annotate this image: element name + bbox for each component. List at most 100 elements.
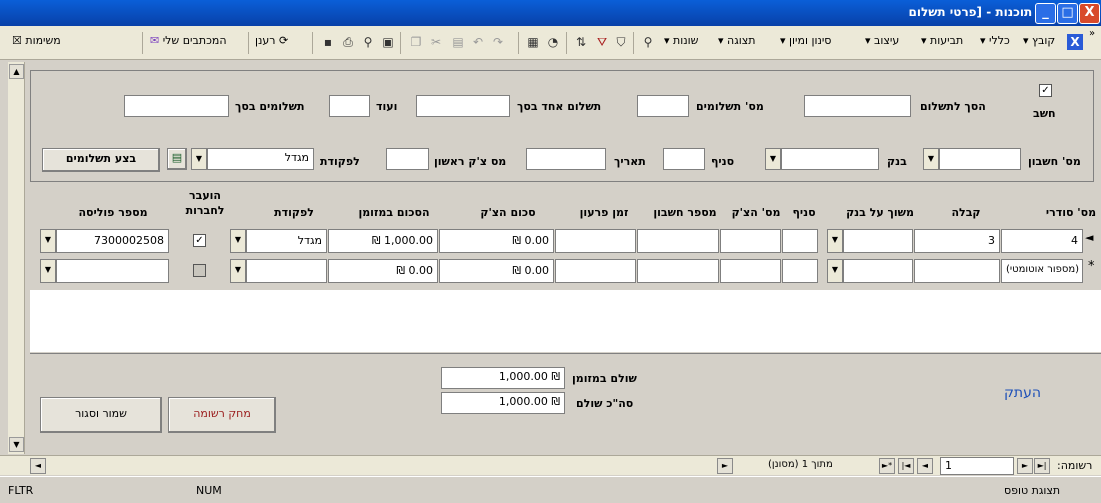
minimize-button[interactable]: _ — [1035, 3, 1056, 24]
deposit-to-field[interactable]: מגדל — [207, 148, 314, 170]
next-record-icon[interactable]: ► — [1017, 458, 1033, 474]
tasks-button[interactable]: ☒ משימות — [12, 34, 61, 47]
new-record-icon[interactable]: * — [1088, 259, 1095, 274]
row-deposit-dropdown-icon[interactable]: ▼ — [230, 229, 246, 253]
account-label: מס' חשבון — [1028, 155, 1081, 168]
bank-cell[interactable] — [843, 259, 913, 283]
table-row[interactable]: * (מספור אוטומטי) ▼ ₪ 0.00 ₪ 0.00 ▼ ▼ — [30, 258, 1101, 284]
due-cell[interactable] — [555, 259, 636, 283]
menu-file[interactable]: ▾ קובץ — [1023, 34, 1055, 47]
branch-cell[interactable] — [782, 259, 818, 283]
check-amount-cell[interactable]: ₪ 0.00 — [439, 259, 554, 283]
policy-cell[interactable]: 7300002508 — [56, 229, 169, 253]
record-selector-icon[interactable]: ◄ — [1085, 231, 1093, 244]
menu-general[interactable]: ▾ כללי — [980, 34, 1010, 47]
calculator-icon[interactable]: ▦ — [525, 34, 541, 50]
menu-claims[interactable]: ▾ תביעות — [921, 34, 963, 47]
sort-icon[interactable]: ⇅ — [573, 34, 589, 50]
row-bank-dropdown-icon[interactable]: ▼ — [827, 229, 843, 253]
bank-cell[interactable] — [843, 229, 913, 253]
payments-sum-field[interactable] — [124, 95, 229, 117]
current-record-field[interactable]: 1 — [940, 457, 1014, 475]
transferred-checkbox[interactable] — [193, 264, 206, 277]
and-field[interactable] — [329, 95, 370, 117]
copy-link[interactable]: העתק — [1004, 385, 1041, 401]
redo-icon[interactable]: ↷ — [490, 34, 506, 50]
cut-icon[interactable]: ✂ — [428, 34, 444, 50]
branch-cell[interactable] — [782, 229, 818, 253]
scroll-down-icon[interactable]: ▼ — [9, 437, 24, 452]
scroll-left-icon[interactable]: ◄ — [30, 458, 46, 474]
account-cell[interactable] — [637, 229, 719, 253]
binoculars-icon[interactable]: ⚲ — [640, 34, 656, 50]
menu-misc[interactable]: ▾ שונות — [664, 34, 698, 47]
table-row[interactable]: ◄ 4 3 ▼ ₪ 0.00 ₪ 1,000.00 מגדל ▼ ✓ 73000… — [30, 228, 1101, 254]
paste-icon[interactable]: ▤ — [450, 34, 466, 50]
serial-cell[interactable]: (מספור אוטומטי) — [1001, 259, 1083, 283]
bank-field[interactable] — [781, 148, 879, 170]
amount-to-pay-field[interactable] — [804, 95, 911, 117]
menu-filter-sort[interactable]: ▾ סינון ומיון — [780, 34, 831, 47]
office-links-icon[interactable]: ◔ — [545, 34, 561, 50]
menu-design[interactable]: ▾ עיצוב — [865, 34, 899, 47]
close-form-icon[interactable]: X — [1067, 34, 1083, 50]
serial-cell[interactable]: 4 — [1001, 229, 1083, 253]
account-field[interactable] — [939, 148, 1021, 170]
row-deposit-dropdown-icon[interactable]: ▼ — [230, 259, 246, 283]
account-dropdown-icon[interactable]: ▼ — [923, 148, 939, 170]
print-icon[interactable]: ⎙ — [340, 34, 356, 50]
receipt-cell[interactable] — [914, 259, 1000, 283]
print-preview-icon[interactable]: ⚲ — [360, 34, 376, 50]
calc-checkbox[interactable]: ✓ — [1039, 84, 1052, 97]
single-payment-field[interactable] — [416, 95, 510, 117]
deposit-to-cell[interactable] — [246, 259, 327, 283]
num-payments-field[interactable] — [637, 95, 689, 117]
cash-amount-cell[interactable]: ₪ 1,000.00 — [328, 229, 438, 253]
research-icon[interactable]: ▣ — [380, 34, 396, 50]
execute-payments-button[interactable]: בצע תשלומים — [42, 148, 160, 172]
cash-amount-cell[interactable]: ₪ 0.00 — [328, 259, 438, 283]
refresh-button[interactable]: רענן ⟳ — [255, 34, 288, 47]
first-check-field[interactable] — [386, 148, 429, 170]
branch-field[interactable] — [663, 148, 705, 170]
total-paid-field[interactable]: ₪ 1,000.00 — [441, 392, 565, 414]
new-record-nav-icon[interactable]: ►* — [879, 458, 895, 474]
prev-record-icon[interactable]: ◄ — [917, 458, 933, 474]
check-amount-cell[interactable]: ₪ 0.00 — [439, 229, 554, 253]
scroll-right-icon[interactable]: ► — [717, 458, 733, 474]
undo-icon[interactable]: ↶ — [470, 34, 486, 50]
address-book-icon[interactable]: ▤ — [167, 148, 187, 170]
first-record-icon[interactable]: |◄ — [898, 458, 914, 474]
transferred-checkbox[interactable]: ✓ — [193, 234, 206, 247]
vertical-scrollbar[interactable]: ▲ ▼ — [8, 62, 25, 454]
account-cell[interactable] — [637, 259, 719, 283]
toolbar-overflow-icon[interactable]: » — [1089, 28, 1095, 39]
scroll-up-icon[interactable]: ▲ — [9, 64, 24, 79]
filter-icon[interactable]: ⛉ — [613, 34, 629, 50]
deposit-to-label: לפקודת — [320, 155, 360, 168]
due-cell[interactable] — [555, 229, 636, 253]
receipt-cell[interactable]: 3 — [914, 229, 1000, 253]
copy-icon[interactable]: ❐ — [408, 34, 424, 50]
policy-cell[interactable] — [56, 259, 169, 283]
row-policy-dropdown-icon[interactable]: ▼ — [40, 229, 56, 253]
check-no-cell[interactable] — [720, 259, 781, 283]
check-no-cell[interactable] — [720, 229, 781, 253]
date-field[interactable] — [526, 148, 606, 170]
save-icon[interactable]: ▪ — [320, 34, 336, 50]
remove-filter-icon[interactable]: ⛛ — [594, 34, 610, 50]
my-letters-button[interactable]: ✉ המכתבים שלי — [150, 34, 227, 47]
col-receipt: קבלה — [951, 206, 981, 219]
row-policy-dropdown-icon[interactable]: ▼ — [40, 259, 56, 283]
paid-cash-field[interactable]: ₪ 1,000.00 — [441, 367, 565, 389]
maximize-button[interactable]: □ — [1057, 3, 1078, 24]
row-bank-dropdown-icon[interactable]: ▼ — [827, 259, 843, 283]
close-button[interactable]: X — [1079, 3, 1100, 24]
save-and-close-button[interactable]: שמור וסגור — [40, 397, 162, 433]
deposit-to-dropdown-icon[interactable]: ▼ — [191, 148, 207, 170]
delete-record-button[interactable]: מחק רשומה — [168, 397, 276, 433]
bank-dropdown-icon[interactable]: ▼ — [765, 148, 781, 170]
last-record-icon[interactable]: ►| — [1034, 458, 1050, 474]
deposit-to-cell[interactable]: מגדל — [246, 229, 327, 253]
menu-view[interactable]: ▾ תצוגה — [718, 34, 756, 47]
